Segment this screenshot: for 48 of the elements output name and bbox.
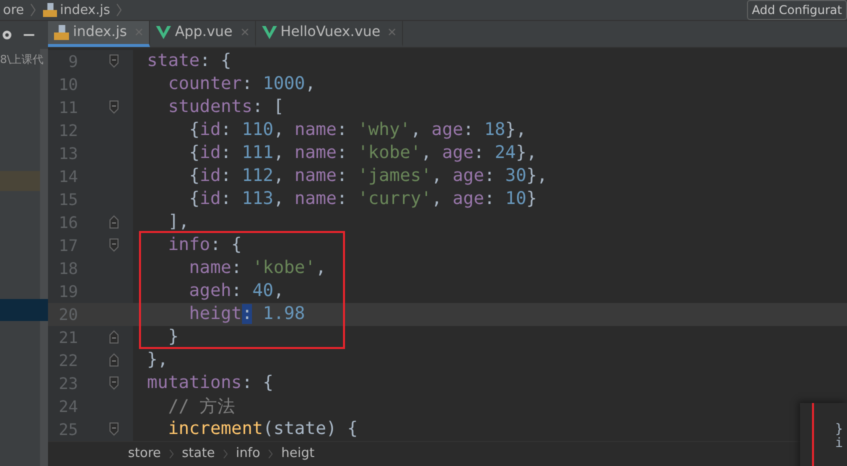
breadcrumb-item[interactable]: info bbox=[236, 446, 260, 462]
nav-crumb[interactable]: index.js bbox=[60, 2, 110, 18]
code-line: increment(state) { bbox=[167, 419, 358, 440]
fold-icon[interactable] bbox=[109, 238, 119, 252]
fold-icon[interactable] bbox=[109, 54, 119, 68]
vue-logo-icon bbox=[262, 24, 277, 40]
chevron-icon bbox=[268, 448, 274, 459]
breadcrumb-item[interactable]: state bbox=[182, 446, 215, 462]
code-line: counter: 1000, bbox=[167, 74, 316, 94]
chevron-icon bbox=[168, 448, 174, 459]
fold-icon[interactable] bbox=[109, 422, 119, 436]
unfold-icon[interactable] bbox=[109, 353, 119, 368]
unfold-icon[interactable] bbox=[109, 330, 119, 344]
code-line: // 方法 bbox=[167, 396, 236, 418]
js-file-icon bbox=[43, 3, 58, 17]
fold-icon[interactable] bbox=[109, 376, 119, 390]
chevron-icon bbox=[222, 448, 228, 459]
code-line: mutations: { bbox=[146, 373, 274, 394]
preview-code-text: } bbox=[835, 422, 843, 437]
add-configuration-button[interactable]: Add Configurat bbox=[746, 0, 847, 20]
vue-logo-icon bbox=[156, 24, 171, 40]
code-line: name: 'kobe', bbox=[188, 258, 326, 278]
code-line: } bbox=[167, 327, 179, 348]
code-line: ageh: 40, bbox=[188, 281, 284, 302]
fold-icon[interactable] bbox=[109, 100, 119, 114]
code-line: }, bbox=[146, 350, 168, 370]
code-line: state: { bbox=[146, 51, 232, 72]
project-path[interactable]: 8\上课代 bbox=[0, 52, 44, 67]
editor-tab[interactable]: index.js bbox=[48, 21, 150, 47]
unfold-icon[interactable] bbox=[109, 215, 119, 230]
code-line: {id: 110, name: 'why', age: 18}, bbox=[188, 120, 526, 140]
chevron-icon bbox=[30, 3, 36, 17]
breadcrumb-item[interactable]: store bbox=[128, 446, 161, 462]
code-line: {id: 113, name: 'curry', age: 10} bbox=[188, 189, 537, 210]
code-line: ], bbox=[167, 212, 190, 232]
editor-tab[interactable]: HelloVuex.vue bbox=[256, 21, 404, 47]
editor-tab[interactable]: App.vue bbox=[150, 21, 256, 47]
chevron-icon bbox=[116, 3, 122, 17]
code-line: {id: 112, name: 'james', age: 30}, bbox=[188, 166, 548, 186]
settings-icon[interactable] bbox=[0, 28, 14, 42]
code-line: info: { bbox=[167, 235, 242, 256]
js-file-icon bbox=[54, 24, 69, 40]
preview-code-text: i bbox=[835, 436, 843, 451]
code-line: heigt: 1.98 bbox=[188, 304, 306, 324]
code-line: {id: 111, name: 'kobe', age: 24}, bbox=[188, 143, 537, 164]
nav-crumb[interactable]: ore bbox=[3, 2, 24, 18]
code-line: students: [ bbox=[167, 97, 284, 118]
breadcrumb-item[interactable]: heigt bbox=[281, 446, 314, 462]
